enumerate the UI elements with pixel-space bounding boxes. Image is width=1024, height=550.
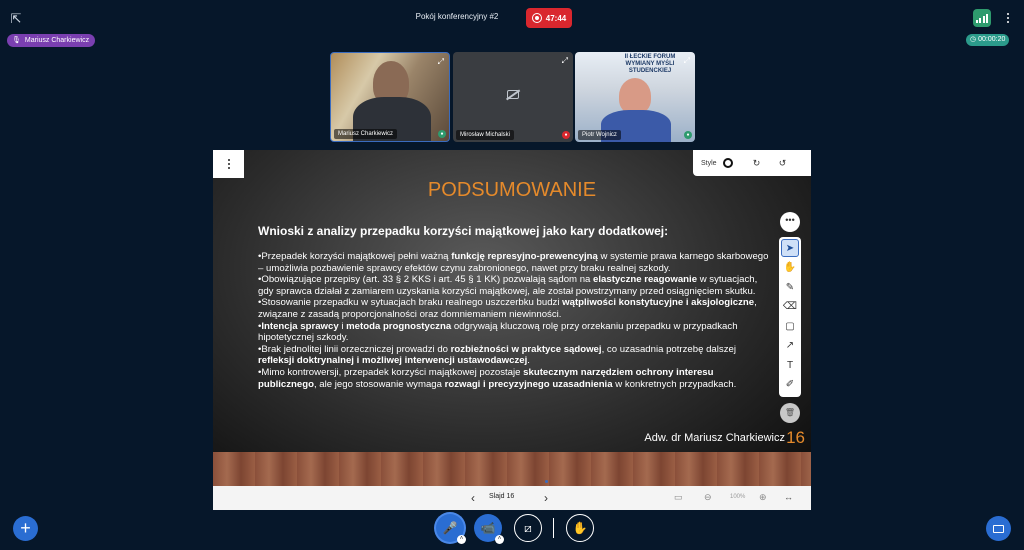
top-bar: ⇱ Pokój konferencyjny #2 47:44 🎙 Mariusz… xyxy=(0,0,1024,50)
participant-name: Mariusz Charkiewicz xyxy=(334,129,398,139)
current-user-chip[interactable]: 🎙 Mariusz Charkiewicz xyxy=(7,34,96,47)
mic-on-icon: ● xyxy=(684,131,692,139)
arrow-tool-icon[interactable]: ↗ xyxy=(781,337,799,355)
presentation-options-icon[interactable] xyxy=(213,150,244,178)
slide[interactable]: PODSUMOWANIE Wnioski z analizy przepadku… xyxy=(213,150,811,486)
mute-button[interactable]: 🎤 ˄ xyxy=(436,514,466,544)
camera-off-icon xyxy=(507,90,519,99)
whiteboard-toolbar: ➤ ✋ ✎ ⌫ ▢ ↗ T ✐ xyxy=(779,237,801,397)
slide-subtitle: Wnioski z analizy przepadku korzyści maj… xyxy=(258,224,669,238)
presentation-toggle-button[interactable] xyxy=(986,516,1011,541)
slide-paragraph: •Obowiązujące przepisy (art. 33 § 2 KKS … xyxy=(258,274,758,297)
expand-icon[interactable]: ⤢ xyxy=(562,57,568,65)
signal-bar-icon xyxy=(986,14,989,23)
record-icon xyxy=(531,13,542,23)
slide-author: Adw. dr Mariusz Charkiewicz xyxy=(644,432,785,444)
hand-tool-icon[interactable]: ✋ xyxy=(781,259,799,277)
options-menu-icon[interactable] xyxy=(999,9,1017,27)
room-title-wrap: Pokój konferencyjny #2 xyxy=(0,12,1024,21)
slide-select[interactable]: Slajd 16 xyxy=(489,493,514,500)
zoom-out-icon[interactable]: ⊖ xyxy=(704,492,712,503)
slide-title: PODSUMOWANIE xyxy=(427,179,597,201)
video-tile[interactable]: ⤢ Mirosław Michalski ● xyxy=(453,52,573,142)
recording-time: 47:44 xyxy=(545,13,567,23)
slide-floor-decoration xyxy=(213,452,811,486)
rectangle-tool-icon[interactable]: ▢ xyxy=(781,317,799,335)
session-timer: ◷ 00:00:20 xyxy=(966,34,1010,46)
slide-position-indicator xyxy=(545,480,548,483)
whiteboard-style-bar: Style ↻ ↺ xyxy=(693,150,811,176)
session-timer-value: 00:00:20 xyxy=(978,36,1006,43)
redo-icon[interactable]: ↻ xyxy=(747,158,767,169)
eraser-tool-icon[interactable]: ⌫ xyxy=(781,298,799,316)
mic-off-icon: ● xyxy=(562,131,570,139)
signal-bar-icon xyxy=(979,18,982,23)
camera-button[interactable]: 📹 ˄ xyxy=(474,514,504,544)
actions-plus-button[interactable]: + xyxy=(13,516,38,541)
camera-options-icon[interactable]: ˄ xyxy=(495,535,504,544)
undo-icon[interactable]: ↺ xyxy=(773,158,793,169)
slide-paragraph: •Stosowanie przepadku w sytuacjach braku… xyxy=(258,297,757,320)
signal-bar-icon xyxy=(982,16,985,23)
zoom-level: 100% xyxy=(730,494,746,500)
prev-slide-icon[interactable]: ‹ xyxy=(471,491,475,505)
more-tools-icon[interactable]: ••• xyxy=(780,212,800,232)
raise-hand-icon: ✋ xyxy=(572,521,588,535)
slide-paragraph: •Intencja sprawcy i metoda prognostyczna… xyxy=(258,320,738,344)
slide-number: 16 xyxy=(786,428,805,447)
slide-paragraph: •Przepadek korzyści majątkowej pełni waż… xyxy=(258,251,769,274)
zoom-in-icon[interactable]: ⊕ xyxy=(759,492,767,503)
participant-name: Piotr Wojnicz xyxy=(578,130,621,140)
pencil-tool-icon[interactable]: ✎ xyxy=(781,278,799,296)
mic-options-icon[interactable]: ˄ xyxy=(457,535,466,544)
signal-bar-icon xyxy=(975,20,978,23)
raise-hand-button[interactable]: ✋ xyxy=(566,514,594,542)
slide-navigation-bar: ‹ Slajd 16 › ▭ ⊖ 100% ⊕ ↔ xyxy=(213,486,811,510)
mic-on-icon: ● xyxy=(438,130,446,138)
style-color-icon[interactable] xyxy=(722,158,733,168)
expand-icon[interactable]: ⤢ xyxy=(684,57,690,65)
video-camera-icon: 📹 xyxy=(480,521,496,535)
slide-paragraph: •Mimo kontrowersji, przepadek korzyści m… xyxy=(258,366,737,390)
slide-body: •Przepadek korzyści majątkowej pełni waż… xyxy=(258,251,773,390)
select-tool-icon[interactable]: ➤ xyxy=(781,239,799,257)
presentation-icon xyxy=(993,524,1004,533)
trash-icon[interactable]: 🗑 xyxy=(780,403,800,423)
recording-indicator[interactable]: 47:44 xyxy=(526,8,572,28)
video-tile[interactable]: ⤢ Mariusz Charkiewicz ● xyxy=(330,52,450,142)
room-title: Pokój konferencyjny #2 xyxy=(415,12,499,21)
fit-to-screen-icon[interactable]: ↔ xyxy=(784,492,793,502)
microphone-icon: 🎤 xyxy=(442,521,458,535)
expand-icon[interactable]: ⤢ xyxy=(438,58,444,66)
next-slide-icon[interactable]: › xyxy=(544,491,548,505)
divider xyxy=(553,518,554,538)
fit-width-icon[interactable]: ▭ xyxy=(674,492,683,503)
presentation-area: PODSUMOWANIE Wnioski z analizy przepadku… xyxy=(213,150,811,510)
style-label: Style xyxy=(701,159,717,167)
leave-icon[interactable]: ⇱ xyxy=(7,10,25,28)
note-tool-icon[interactable]: ✐ xyxy=(781,376,799,394)
current-user-name: Mariusz Charkiewicz xyxy=(24,37,90,44)
connection-status-button[interactable] xyxy=(973,9,991,27)
participant-name: Mirosław Michalski xyxy=(456,130,515,140)
text-tool-icon[interactable]: T xyxy=(781,356,799,374)
banner-text: II ŁECKIE FORUM WYMIANY MYŚLI STUDENCKIE… xyxy=(624,54,676,74)
participant-video xyxy=(619,78,651,114)
clock-icon: ◷ xyxy=(970,36,977,43)
screen-share-off-icon: ⧄ xyxy=(524,520,532,535)
mic-icon: 🎙 xyxy=(12,37,21,44)
bottom-control-bar: + 🎤 ˄ 📹 ˄ ⧄ ✋ xyxy=(0,512,1024,550)
screen-share-button[interactable]: ⧄ xyxy=(514,514,542,542)
video-tile[interactable]: II ŁECKIE FORUM WYMIANY MYŚLI STUDENCKIE… xyxy=(575,52,695,142)
slide-paragraph: •Brak jednolitej linii orzeczniczej prow… xyxy=(258,343,736,367)
